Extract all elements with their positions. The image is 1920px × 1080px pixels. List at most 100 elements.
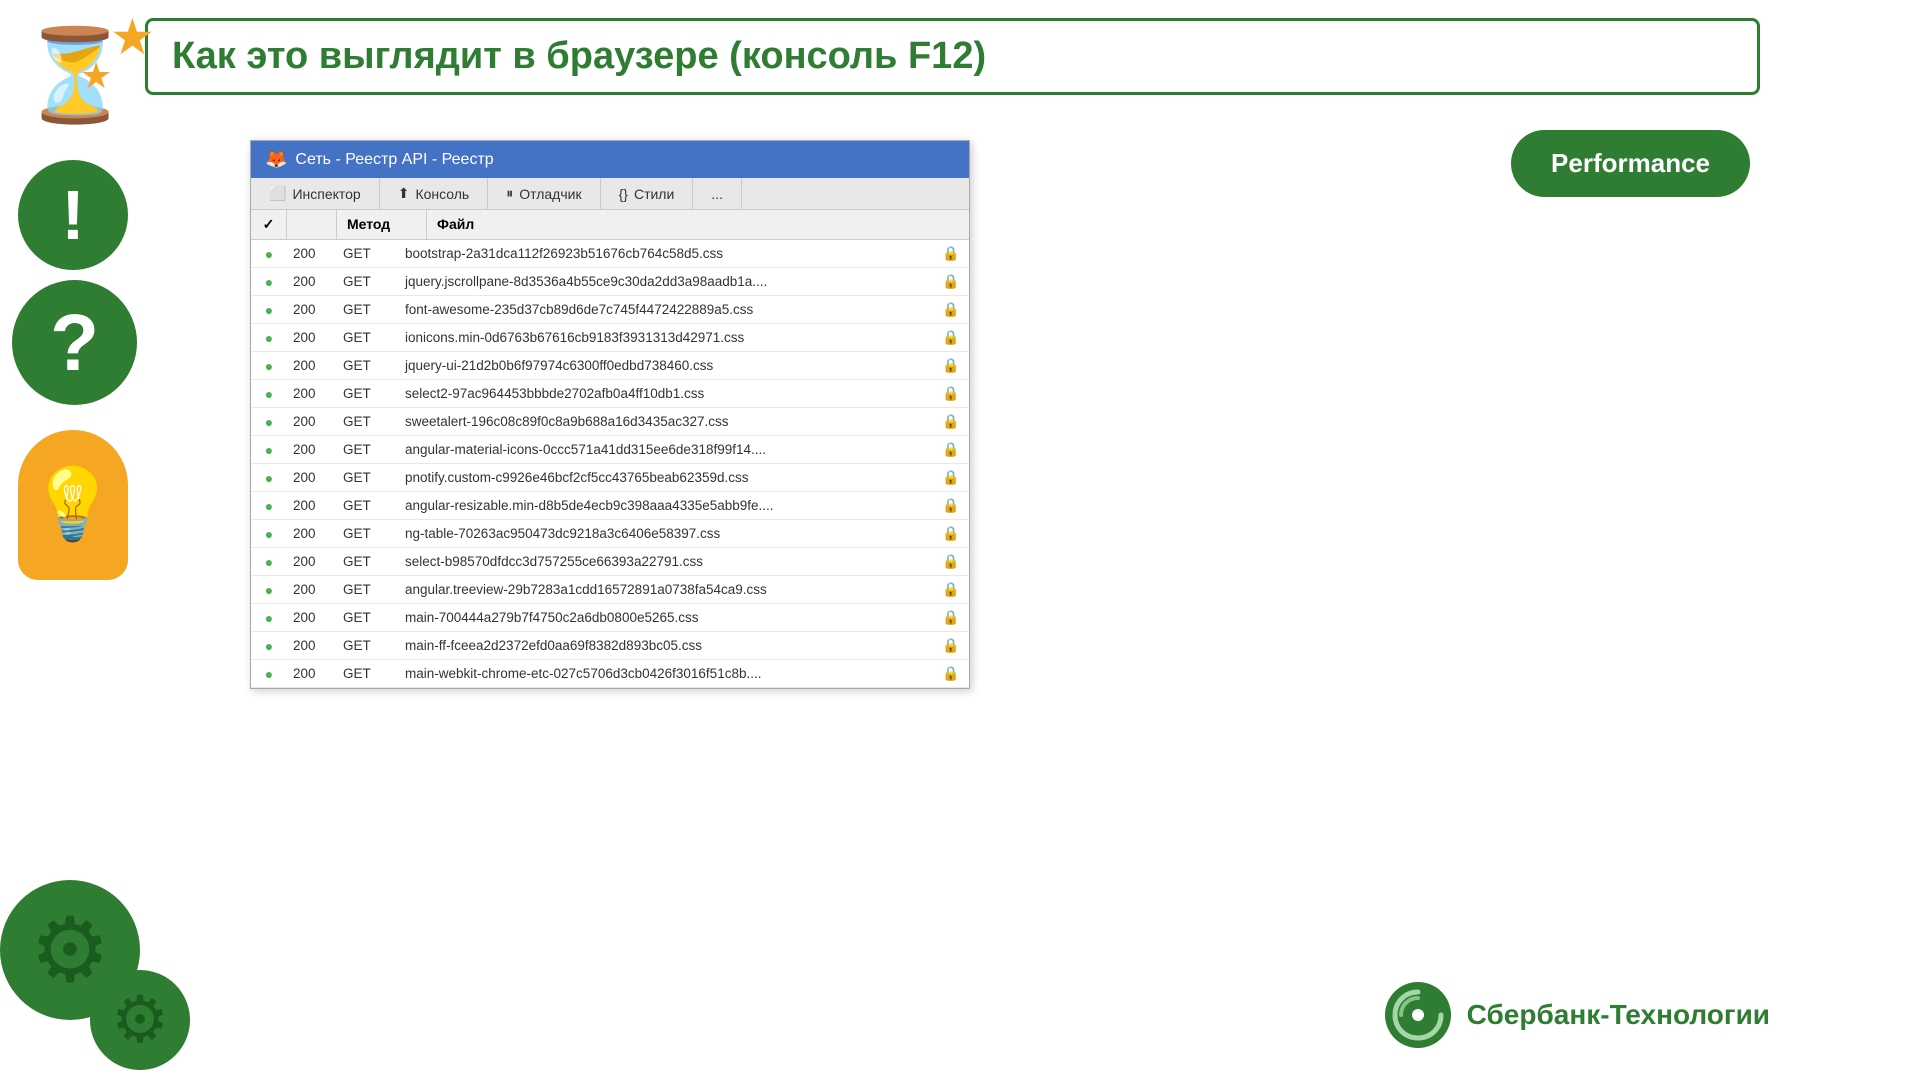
http-method: GET — [337, 549, 397, 574]
file-name: jquery.jscrollpane-8d3536a4b55ce9c30da2d… — [397, 269, 933, 294]
lock-icon: 🔒 — [933, 520, 969, 547]
sberbank-name: Сбербанк-Технологии — [1467, 999, 1770, 1031]
tab-console[interactable]: ⬆ Консоль — [380, 178, 489, 209]
file-name: main-700444a279b7f4750c2a6db0800e5265.cs… — [397, 605, 933, 630]
file-name: angular-resizable.min-d8b5de4ecb9c398aaa… — [397, 493, 933, 518]
table-row: ● 200 GET angular.treeview-29b7283a1cdd1… — [251, 576, 969, 604]
lock-icon: 🔒 — [933, 296, 969, 323]
status-dot: ● — [251, 577, 287, 603]
lock-icon: 🔒 — [933, 604, 969, 631]
file-name: ionicons.min-0d6763b67616cb9183f3931313d… — [397, 325, 933, 350]
table-row: ● 200 GET bootstrap-2a31dca112f26923b516… — [251, 240, 969, 268]
status-code: 200 — [287, 409, 337, 434]
file-name: angular.treeview-29b7283a1cdd16572891a07… — [397, 577, 933, 602]
question-icon: ? — [12, 280, 137, 405]
http-method: GET — [337, 325, 397, 350]
file-name: select-b98570dfdcc3d757255ce66393a22791.… — [397, 549, 933, 574]
file-name: ng-table-70263ac950473dc9218a3c6406e5839… — [397, 521, 933, 546]
status-dot: ● — [251, 297, 287, 323]
table-row: ● 200 GET angular-material-icons-0ccc571… — [251, 436, 969, 464]
http-method: GET — [337, 661, 397, 686]
status-dot: ● — [251, 269, 287, 295]
col-header-empty — [287, 210, 337, 239]
status-dot: ● — [251, 633, 287, 659]
lock-icon: 🔒 — [933, 492, 969, 519]
firefox-icon: 🦊 — [265, 149, 287, 170]
exclamation-icon: ! — [18, 160, 128, 270]
status-code: 200 — [287, 577, 337, 602]
status-code: 200 — [287, 297, 337, 322]
star-icon-1: ★ — [110, 8, 155, 66]
lock-icon: 🔒 — [933, 408, 969, 435]
status-dot: ● — [251, 605, 287, 631]
file-name: jquery-ui-21d2b0b6f97974c6300ff0edbd7384… — [397, 353, 933, 378]
file-name: font-awesome-235d37cb89d6de7c745f4472422… — [397, 297, 933, 322]
table-row: ● 200 GET ng-table-70263ac950473dc9218a3… — [251, 520, 969, 548]
lock-icon: 🔒 — [933, 324, 969, 351]
star-icon-2: ★ — [80, 55, 112, 97]
http-method: GET — [337, 437, 397, 462]
table-row: ● 200 GET main-ff-fceea2d2372efd0aa69f83… — [251, 632, 969, 660]
tab-debugger[interactable]: ⏸ Отладчик — [488, 178, 600, 209]
table-row: ● 200 GET main-webkit-chrome-etc-027c570… — [251, 660, 969, 688]
table-row: ● 200 GET pnotify.custom-c9926e46bcf2cf5… — [251, 464, 969, 492]
lock-icon: 🔒 — [933, 548, 969, 575]
http-method: GET — [337, 521, 397, 546]
status-dot: ● — [251, 325, 287, 351]
browser-title: Сеть - Реестр API - Реестр — [295, 151, 493, 169]
table-row: ● 200 GET select2-97ac964453bbbde2702afb… — [251, 380, 969, 408]
col-header-check: ✓ — [251, 210, 287, 239]
inspector-icon: ⬜ — [269, 185, 286, 202]
table-row: ● 200 GET sweetalert-196c08c89f0c8a9b688… — [251, 408, 969, 436]
status-dot: ● — [251, 381, 287, 407]
status-dot: ● — [251, 661, 287, 687]
col-header-method: Метод — [337, 210, 427, 239]
http-method: GET — [337, 241, 397, 266]
file-name: pnotify.custom-c9926e46bcf2cf5cc43765bea… — [397, 465, 933, 490]
lock-icon: 🔒 — [933, 380, 969, 407]
console-label: Консоль — [415, 186, 469, 202]
status-dot: ● — [251, 353, 287, 379]
status-code: 200 — [287, 661, 337, 686]
tab-inspector[interactable]: ⬜ Инспектор — [251, 178, 380, 209]
file-name: select2-97ac964453bbbde2702afb0a4ff10db1… — [397, 381, 933, 406]
status-code: 200 — [287, 493, 337, 518]
status-dot: ● — [251, 409, 287, 435]
table-header: ✓ Метод Файл — [251, 210, 969, 240]
lock-icon: 🔒 — [933, 436, 969, 463]
status-code: 200 — [287, 269, 337, 294]
tab-more[interactable]: ... — [693, 178, 742, 209]
performance-badge: Performance — [1511, 130, 1750, 197]
lock-icon: 🔒 — [933, 632, 969, 659]
lock-icon: 🔒 — [933, 240, 969, 267]
status-code: 200 — [287, 353, 337, 378]
gear-icon-left2: ⚙ — [90, 970, 190, 1070]
http-method: GET — [337, 633, 397, 658]
status-code: 200 — [287, 549, 337, 574]
console-icon: ⬆ — [398, 185, 410, 202]
col-header-lock — [933, 210, 969, 239]
sberbank-icon — [1383, 980, 1453, 1050]
http-method: GET — [337, 465, 397, 490]
status-code: 200 — [287, 241, 337, 266]
file-name: main-ff-fceea2d2372efd0aa69f8382d893bc05… — [397, 633, 933, 658]
sberbank-logo: Сбербанк-Технологии — [1383, 980, 1770, 1050]
status-dot: ● — [251, 549, 287, 575]
file-name: bootstrap-2a31dca112f26923b51676cb764c58… — [397, 241, 933, 266]
status-code: 200 — [287, 521, 337, 546]
bulb-icon: 💡 — [18, 430, 128, 580]
lock-icon: 🔒 — [933, 268, 969, 295]
status-dot: ● — [251, 437, 287, 463]
table-row: ● 200 GET angular-resizable.min-d8b5de4e… — [251, 492, 969, 520]
lock-icon: 🔒 — [933, 352, 969, 379]
debugger-label: Отладчик — [519, 186, 581, 202]
header-box: Как это выглядит в браузере (консоль F12… — [145, 18, 1760, 95]
http-method: GET — [337, 353, 397, 378]
status-code: 200 — [287, 381, 337, 406]
http-method: GET — [337, 269, 397, 294]
page-title: Как это выглядит в браузере (консоль F12… — [172, 35, 986, 77]
tab-styles[interactable]: {} Стили — [601, 178, 694, 209]
file-name: angular-material-icons-0ccc571a41dd315ee… — [397, 437, 933, 462]
table-row: ● 200 GET main-700444a279b7f4750c2a6db08… — [251, 604, 969, 632]
file-name: main-webkit-chrome-etc-027c5706d3cb0426f… — [397, 661, 933, 686]
